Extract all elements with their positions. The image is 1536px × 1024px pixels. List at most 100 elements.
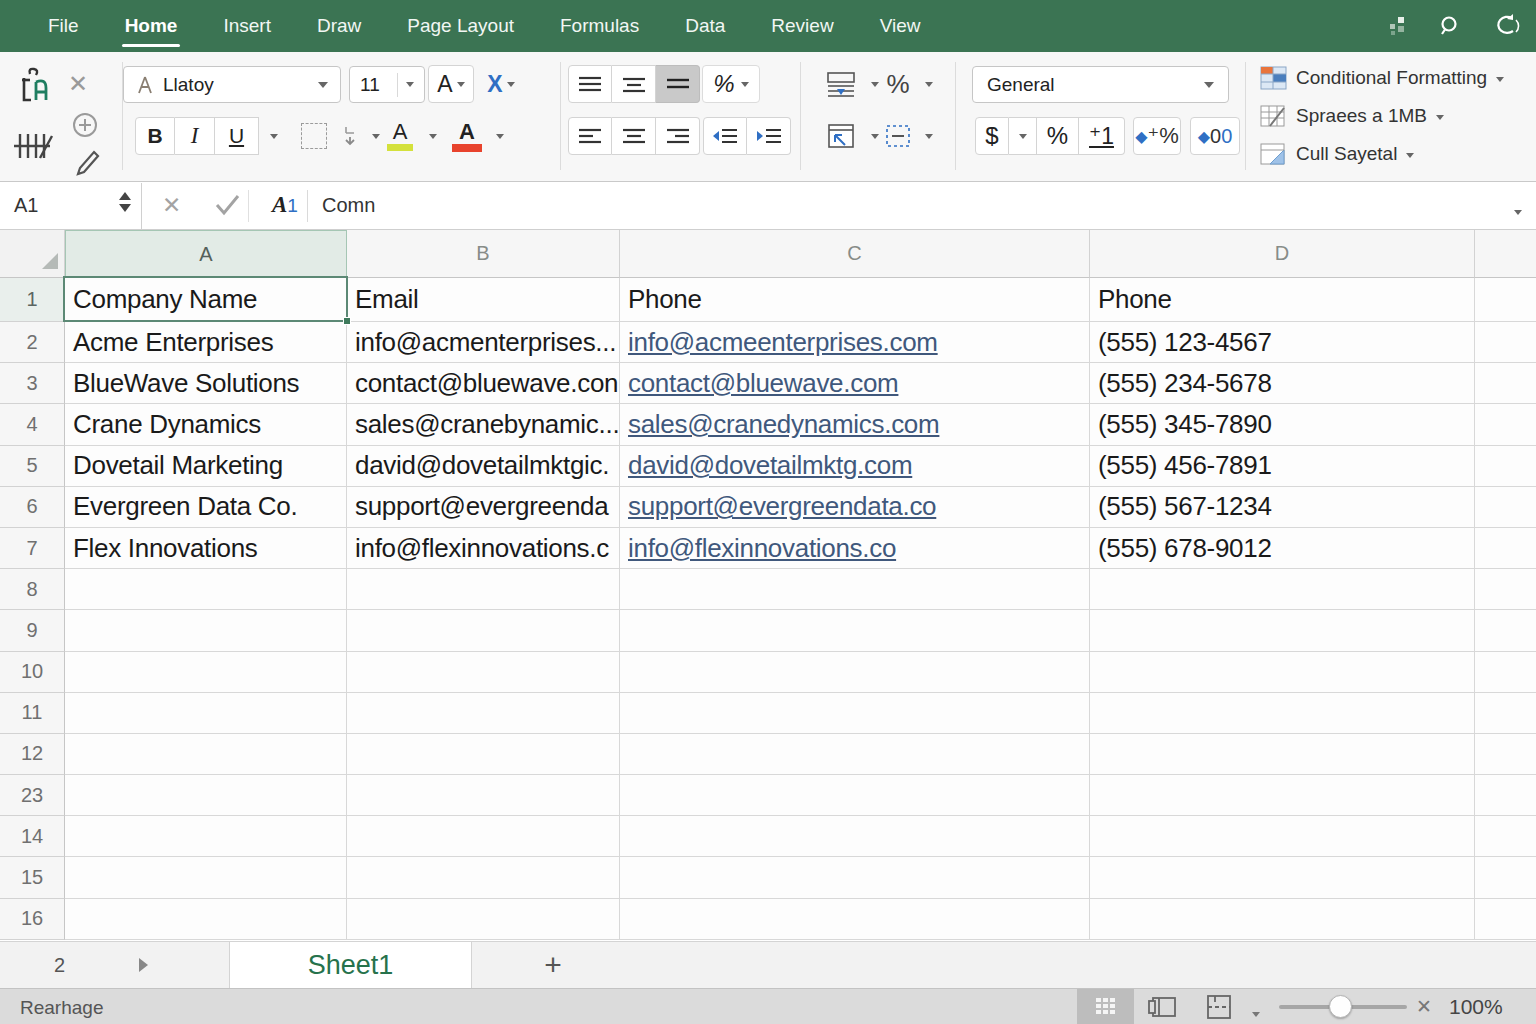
cell-C6[interactable]: support@evergreendata.co bbox=[620, 487, 1090, 528]
row-header-14[interactable]: 14 bbox=[0, 816, 65, 857]
cell-D16[interactable] bbox=[1090, 899, 1475, 940]
cell-A5[interactable]: Dovetail Marketing bbox=[65, 446, 347, 487]
name-box-spinner[interactable] bbox=[119, 192, 131, 212]
cell-C14[interactable] bbox=[620, 816, 1090, 857]
cell-E8[interactable] bbox=[1475, 569, 1536, 610]
increase-indent-button[interactable] bbox=[747, 117, 791, 155]
menu-review[interactable]: Review bbox=[748, 0, 856, 52]
cell-C5[interactable]: david@dovetailmktg.com bbox=[620, 446, 1090, 487]
cell-E3[interactable] bbox=[1475, 363, 1536, 404]
menu-data[interactable]: Data bbox=[662, 0, 748, 52]
merge-center-icon[interactable] bbox=[818, 65, 864, 103]
column-header-C[interactable]: C bbox=[620, 230, 1090, 278]
sync-icon[interactable] bbox=[1492, 13, 1520, 39]
currency-button[interactable]: $ bbox=[975, 117, 1009, 155]
zoom-slider-handle[interactable] bbox=[1329, 995, 1352, 1018]
cell-A3[interactable]: BlueWave Solutions bbox=[65, 363, 347, 404]
cell-A6[interactable]: Evergreen Data Co. bbox=[65, 487, 347, 528]
email-link[interactable]: info@acmeenterprises.com bbox=[628, 327, 938, 358]
align-left-button[interactable] bbox=[568, 117, 612, 155]
insert-cells-icon[interactable] bbox=[818, 117, 864, 155]
cell-B7[interactable]: info@flexinnovations.c bbox=[347, 528, 620, 569]
cell-A11[interactable] bbox=[65, 693, 347, 734]
cell-B3[interactable]: contact@bluewave.con bbox=[347, 363, 620, 404]
cell-A7[interactable]: Flex Innovations bbox=[65, 528, 347, 569]
delete-menu-button[interactable] bbox=[918, 117, 940, 155]
row-header-10[interactable]: 10 bbox=[0, 652, 65, 693]
cell-A12[interactable] bbox=[65, 734, 347, 775]
page-layout-view-icon[interactable] bbox=[1147, 996, 1179, 1018]
cell-C16[interactable] bbox=[620, 899, 1090, 940]
cell-E23[interactable] bbox=[1475, 775, 1536, 816]
sheet-nav-forward-icon[interactable] bbox=[139, 958, 148, 972]
cell-E16[interactable] bbox=[1475, 899, 1536, 940]
menu-file[interactable]: File bbox=[25, 0, 102, 52]
cell-D11[interactable] bbox=[1090, 693, 1475, 734]
cell-C1[interactable]: Phone bbox=[620, 278, 1090, 322]
cell-B6[interactable]: support@evergreenda bbox=[347, 487, 620, 528]
cell-B4[interactable]: sales@cranebynamic... bbox=[347, 404, 620, 445]
cell-D7[interactable]: (555) 678-9012 bbox=[1090, 528, 1475, 569]
cell-A14[interactable] bbox=[65, 816, 347, 857]
zoom-level[interactable]: 100% bbox=[1449, 995, 1503, 1019]
row-header-7[interactable]: 7 bbox=[0, 528, 65, 569]
cell-A16[interactable] bbox=[65, 899, 347, 940]
select-all-corner[interactable] bbox=[0, 230, 65, 278]
cell-B15[interactable] bbox=[347, 857, 620, 898]
cell-D4[interactable]: (555) 345-7890 bbox=[1090, 404, 1475, 445]
clear-formatting-button[interactable]: X bbox=[478, 65, 524, 103]
expand-formula-bar-icon[interactable] bbox=[1514, 201, 1522, 219]
cell-E14[interactable] bbox=[1475, 816, 1536, 857]
cell-B12[interactable] bbox=[347, 734, 620, 775]
column-header-A[interactable]: A bbox=[65, 230, 347, 278]
cell-D12[interactable] bbox=[1090, 734, 1475, 775]
cell-B9[interactable] bbox=[347, 610, 620, 651]
row-header-16[interactable]: 16 bbox=[0, 899, 65, 940]
decrease-decimal-button[interactable]: ◆00 bbox=[1190, 117, 1240, 155]
cell-A8[interactable] bbox=[65, 569, 347, 610]
cell-A9[interactable] bbox=[65, 610, 347, 651]
column-header-D[interactable]: D bbox=[1090, 230, 1475, 278]
cell-C8[interactable] bbox=[620, 569, 1090, 610]
format-as-table-button[interactable]: Spraees a 1MB bbox=[1296, 105, 1427, 127]
cell-B14[interactable] bbox=[347, 816, 620, 857]
menu-page-layout[interactable]: Page Layout bbox=[384, 0, 537, 52]
decrease-indent-button[interactable] bbox=[703, 117, 747, 155]
align-center-button[interactable] bbox=[612, 117, 656, 155]
add-icon[interactable] bbox=[70, 110, 100, 140]
formula-content[interactable]: Comn bbox=[322, 194, 375, 217]
cell-E4[interactable] bbox=[1475, 404, 1536, 445]
cell-C4[interactable]: sales@cranedynamics.com bbox=[620, 404, 1090, 445]
paste-icon[interactable] bbox=[16, 66, 60, 110]
cell-D14[interactable] bbox=[1090, 816, 1475, 857]
cell-B5[interactable]: david@dovetailmktgic. bbox=[347, 446, 620, 487]
cell-B1[interactable]: Email bbox=[347, 278, 620, 322]
font-color-button[interactable]: A bbox=[446, 117, 488, 155]
zoom-out-icon[interactable] bbox=[1252, 1003, 1260, 1021]
row-header-1[interactable]: 1 bbox=[0, 278, 65, 322]
cell-E9[interactable] bbox=[1475, 610, 1536, 651]
row-header-3[interactable]: 3 bbox=[0, 363, 65, 404]
cell-D1[interactable]: Phone bbox=[1090, 278, 1475, 322]
number-format-select[interactable]: General bbox=[972, 66, 1229, 103]
cell-E11[interactable] bbox=[1475, 693, 1536, 734]
cell-B11[interactable] bbox=[347, 693, 620, 734]
cell-E12[interactable] bbox=[1475, 734, 1536, 775]
borders-arrow-icon[interactable] bbox=[337, 117, 363, 155]
fill-color-menu-button[interactable] bbox=[421, 117, 445, 155]
fill-color-button[interactable]: A bbox=[379, 117, 421, 155]
name-box[interactable]: A1 bbox=[0, 183, 142, 229]
row-header-8[interactable]: 8 bbox=[0, 569, 65, 610]
cell-C3[interactable]: contact@bluewave.com bbox=[620, 363, 1090, 404]
row-header-23[interactable]: 23 bbox=[0, 775, 65, 816]
cell-B23[interactable] bbox=[347, 775, 620, 816]
cell-C10[interactable] bbox=[620, 652, 1090, 693]
row-header-15[interactable]: 15 bbox=[0, 857, 65, 898]
font-name-select[interactable]: Llatoy bbox=[123, 66, 341, 103]
cell-A2[interactable]: Acme Enterprises bbox=[65, 322, 347, 363]
email-link[interactable]: contact@bluewave.com bbox=[628, 368, 898, 399]
cell-D6[interactable]: (555) 567-1234 bbox=[1090, 487, 1475, 528]
row-header-5[interactable]: 5 bbox=[0, 446, 65, 487]
cell-D9[interactable] bbox=[1090, 610, 1475, 651]
cell-A4[interactable]: Crane Dynamics bbox=[65, 404, 347, 445]
